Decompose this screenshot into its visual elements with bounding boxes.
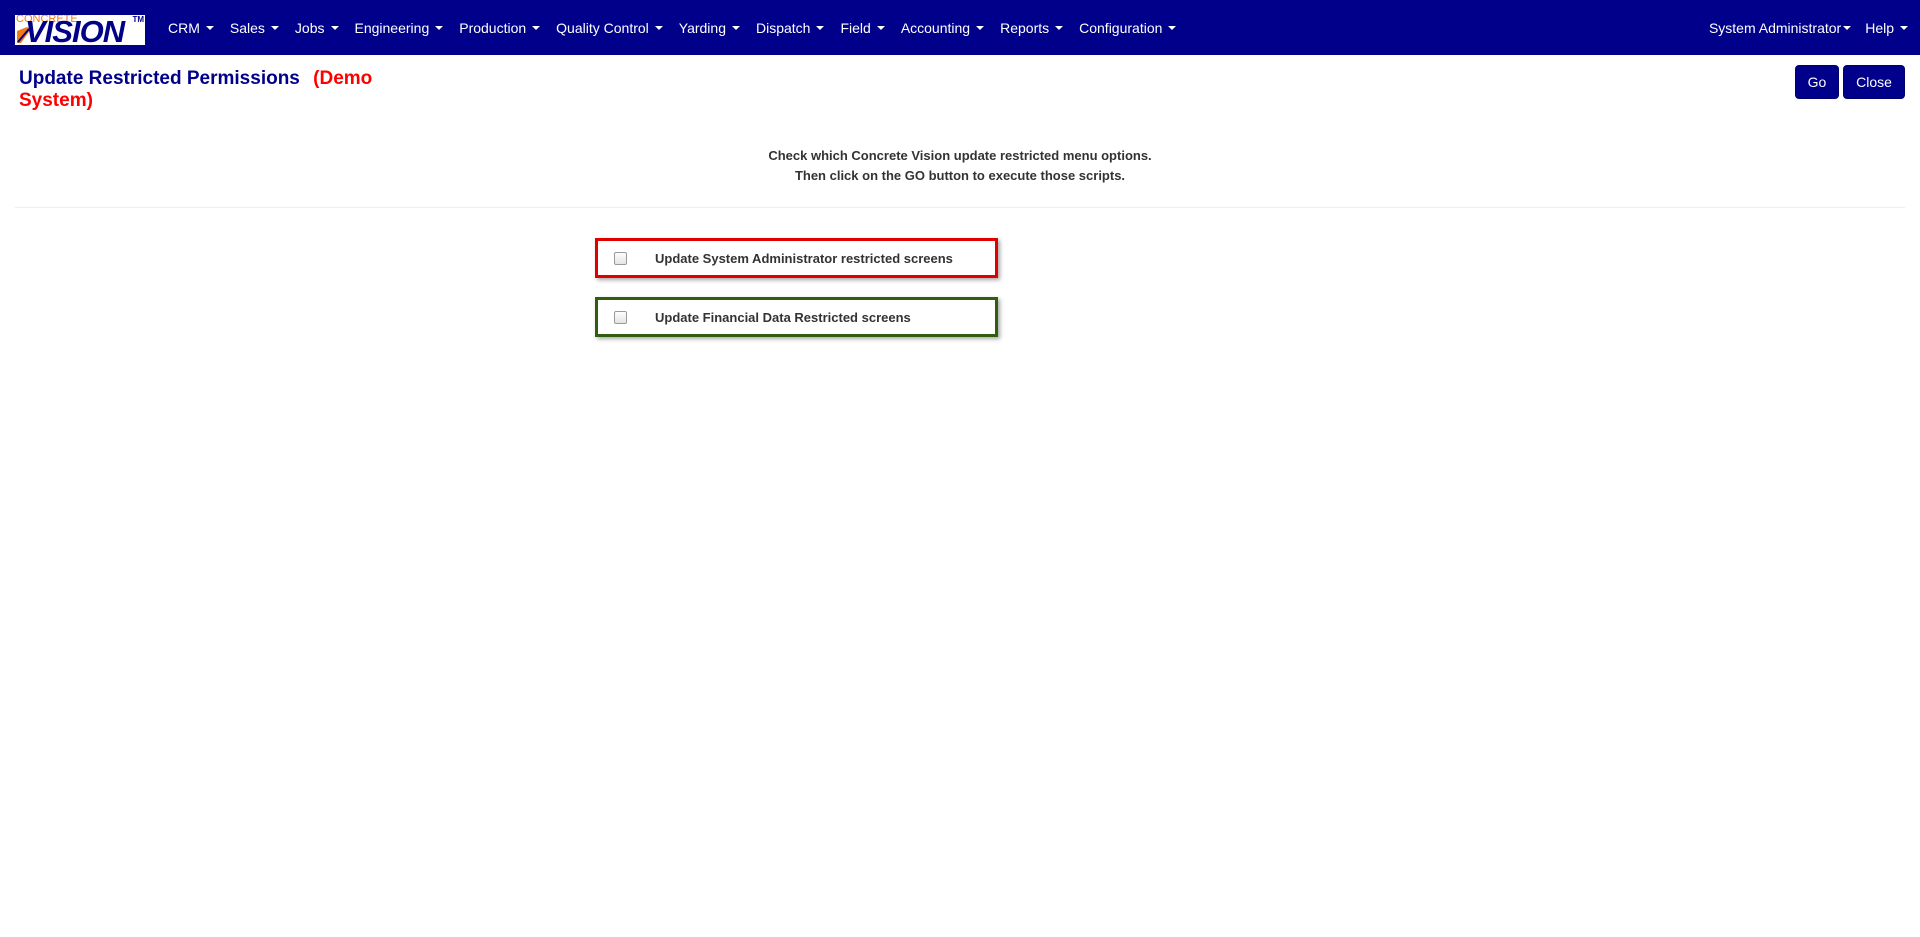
instructions-line-1: Check which Concrete Vision update restr…: [768, 148, 1152, 163]
menu-label: Yarding: [678, 19, 726, 36]
menu-crm[interactable]: CRM: [160, 0, 222, 55]
caret-down-icon: [532, 25, 541, 30]
caret-down-icon: [330, 25, 339, 30]
page-title-text: Update Restricted Permissions: [19, 68, 300, 89]
menu-label: Engineering: [354, 19, 430, 36]
close-button[interactable]: Close: [1843, 65, 1905, 99]
menu-label: Sales: [229, 19, 265, 36]
menu-dispatch[interactable]: Dispatch: [748, 0, 832, 55]
caret-down-icon: [435, 25, 444, 30]
menu-help[interactable]: Help: [1858, 0, 1920, 55]
option-label: Update Financial Data Restricted screens: [655, 309, 911, 325]
main-menu: CRM Sales Jobs Engineering Production Qu…: [160, 0, 1184, 55]
menu-jobs[interactable]: Jobs: [287, 0, 347, 55]
logo-tm-text: TM: [132, 15, 144, 24]
menu-reports[interactable]: Reports: [992, 0, 1071, 55]
caret-down-icon: [976, 25, 985, 30]
page-title: Update Restricted Permissions (Demo Syst…: [19, 68, 419, 112]
caret-down-icon: [205, 25, 214, 30]
menu-quality-control[interactable]: Quality Control: [548, 0, 671, 55]
caret-down-icon: [1168, 25, 1177, 30]
menu-sales[interactable]: Sales: [222, 0, 287, 55]
menu-label: Production: [459, 19, 527, 36]
menu-label: Accounting: [900, 19, 971, 36]
instructions: Check which Concrete Vision update restr…: [0, 146, 1920, 186]
menu-label: Dispatch: [755, 19, 811, 36]
option-label: Update System Administrator restricted s…: [655, 250, 953, 266]
caret-down-icon: [816, 25, 825, 30]
user-name: System Administrator: [1708, 19, 1842, 36]
menu-label: Field: [840, 19, 871, 36]
option-system-administrator[interactable]: Update System Administrator restricted s…: [595, 238, 998, 278]
instructions-line-2: Then click on the GO button to execute t…: [794, 168, 1126, 183]
help-label: Help: [1865, 19, 1894, 36]
caret-down-icon: [654, 25, 663, 30]
menu-label: Quality Control: [556, 19, 649, 36]
caret-down-icon: [1900, 25, 1908, 30]
financial-data-checkbox[interactable]: [614, 310, 627, 324]
menu-field[interactable]: Field: [832, 0, 892, 55]
menu-system-administrator[interactable]: System Administrator: [1702, 0, 1858, 55]
menu-engineering[interactable]: Engineering: [347, 0, 452, 55]
menu-label: Configuration: [1079, 19, 1163, 36]
caret-down-icon: [876, 25, 885, 30]
concrete-vision-logo[interactable]: CONCRETE VISION TM: [15, 15, 145, 45]
logo-big-text: VISION: [25, 15, 125, 45]
menu-label: Reports: [1000, 19, 1050, 36]
system-administrator-checkbox[interactable]: [614, 251, 627, 265]
menu-configuration[interactable]: Configuration: [1071, 0, 1184, 55]
caret-down-icon: [1055, 25, 1064, 30]
menu-label: Jobs: [294, 19, 325, 36]
go-button[interactable]: Go: [1795, 65, 1839, 99]
menu-accounting[interactable]: Accounting: [893, 0, 992, 55]
option-financial-data[interactable]: Update Financial Data Restricted screens: [595, 297, 998, 337]
menu-production[interactable]: Production: [451, 0, 548, 55]
user-menu: System Administrator Help: [1702, 0, 1920, 55]
caret-down-icon: [731, 25, 740, 30]
divider: [15, 207, 1905, 208]
caret-down-icon: [270, 25, 279, 30]
top-navbar: CONCRETE VISION TM CRM Sales Jobs Engine…: [0, 0, 1920, 55]
menu-yarding[interactable]: Yarding: [671, 0, 748, 55]
menu-label: CRM: [168, 19, 200, 36]
caret-down-icon: [1843, 25, 1852, 30]
